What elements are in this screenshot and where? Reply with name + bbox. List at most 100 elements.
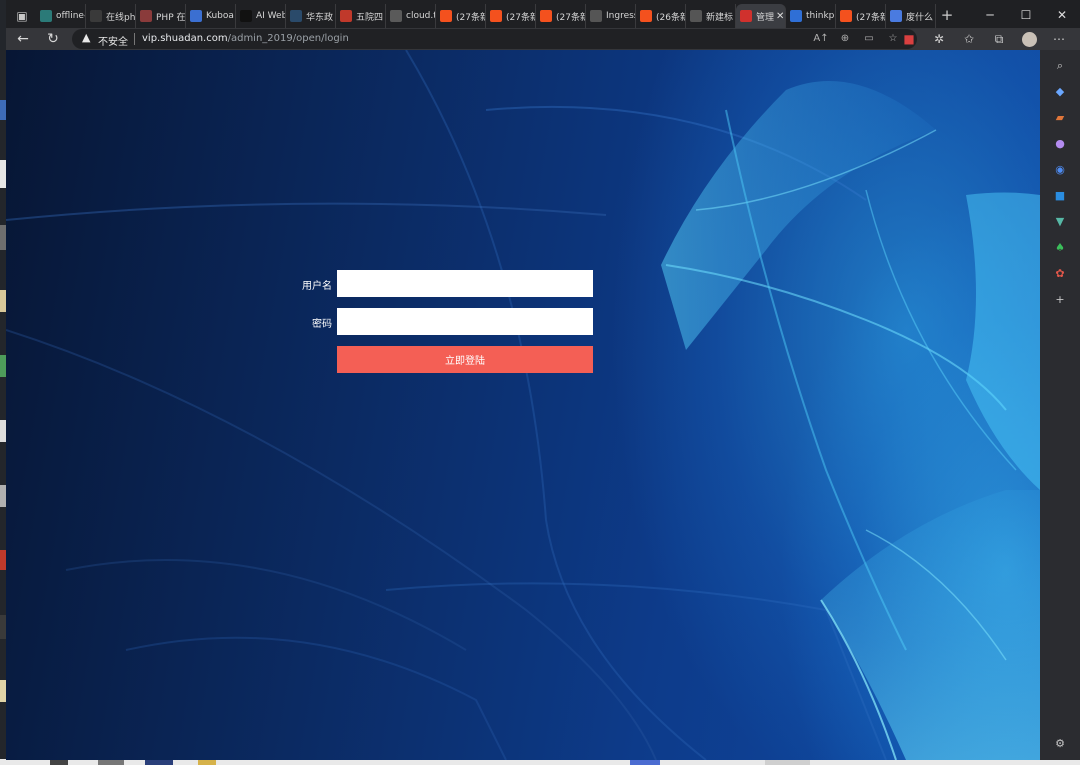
adblock-extension-icon[interactable]: ■ bbox=[894, 29, 924, 49]
username-input[interactable] bbox=[337, 270, 593, 297]
add-sidebar-icon[interactable]: + bbox=[1052, 292, 1068, 308]
browser-tab[interactable]: thinkp bbox=[786, 4, 836, 28]
address-bar-actions: A↑ ⊕ ▭ ☆ bbox=[809, 32, 905, 46]
background-artwork bbox=[6, 50, 1040, 760]
new-tab-icon[interactable]: + bbox=[936, 4, 958, 28]
login-form: 用户名 密码 立即登陆 bbox=[286, 270, 606, 373]
password-input[interactable] bbox=[337, 308, 593, 335]
browser-tab[interactable]: (27条新 bbox=[836, 4, 886, 28]
search-icon[interactable]: ⌕ bbox=[1052, 58, 1068, 74]
ingress-icon bbox=[590, 10, 602, 22]
copilot-icon[interactable]: ◉ bbox=[1052, 162, 1068, 178]
address-separator bbox=[134, 33, 135, 45]
eye-icon bbox=[340, 10, 352, 22]
newtab-icon bbox=[690, 10, 702, 22]
csdn-icon bbox=[840, 10, 852, 22]
extensions-icon[interactable]: ✲ bbox=[924, 29, 954, 49]
people-icon[interactable]: ● bbox=[1052, 136, 1068, 152]
tab-title: 新建标 bbox=[706, 12, 734, 23]
tab-list: offline- 在线ph PHP 在 Kuboa AI Web 华东政 五院四 cloud.… bbox=[36, 4, 958, 28]
outlook-icon[interactable]: ■ bbox=[1052, 188, 1068, 204]
browser-tab[interactable]: 五院四 bbox=[336, 4, 386, 28]
password-label: 密码 bbox=[312, 319, 332, 330]
close-tab-icon[interactable]: ✕ bbox=[776, 11, 784, 22]
window-controls: ─ ☐ ✕ bbox=[972, 0, 1080, 30]
tab-title: 在线ph bbox=[106, 12, 135, 23]
password-row: 密码 bbox=[286, 308, 606, 335]
more-menu-icon[interactable]: ⋯ bbox=[1044, 29, 1074, 49]
browser-tab[interactable]: (27条新 bbox=[436, 4, 486, 28]
search-icon bbox=[790, 10, 802, 22]
tab-title: 管理 bbox=[756, 12, 775, 23]
drop-icon[interactable]: ▼ bbox=[1052, 214, 1068, 230]
toolbar-extensions: ■ ✲ ✩ ⧉ ⋯ bbox=[894, 29, 1074, 49]
diamond-icon bbox=[890, 10, 902, 22]
close-window-icon[interactable]: ✕ bbox=[1044, 0, 1080, 30]
tab-title: Kuboa bbox=[206, 11, 234, 21]
browser-tab[interactable]: (27条新 bbox=[486, 4, 536, 28]
login-button[interactable]: 立即登陆 bbox=[337, 346, 593, 373]
edge-sidebar: ⌕ ◆ ▰ ● ◉ ■ ▼ ♠ ✿ + ⚙ bbox=[1040, 50, 1080, 760]
insecure-label: 不安全 bbox=[98, 37, 128, 48]
url-text: vip.shuadan.com/admin_2019/open/login bbox=[142, 33, 349, 44]
browser-tab[interactable]: offline- bbox=[36, 4, 86, 28]
browser-tab[interactable]: AI Web bbox=[236, 4, 286, 28]
browser-tab[interactable]: 在线ph bbox=[86, 4, 136, 28]
screen: ▣ offline- 在线ph PHP 在 Kuboa AI Web 华东政 五院四 clou… bbox=[0, 0, 1080, 765]
admin-icon bbox=[740, 10, 752, 22]
username-row: 用户名 bbox=[286, 270, 606, 297]
k-icon bbox=[190, 10, 202, 22]
browser-tab[interactable]: PHP 在 bbox=[136, 4, 186, 28]
tab-strip: ▣ offline- 在线ph PHP 在 Kuboa AI Web 华东政 五院四 clou… bbox=[6, 0, 1080, 30]
games-icon[interactable]: ✿ bbox=[1052, 266, 1068, 282]
tab-title: cloud.t bbox=[406, 11, 435, 21]
sidebar-settings-icon[interactable]: ⚙ bbox=[1052, 736, 1068, 752]
back-icon[interactable]: ← bbox=[12, 29, 34, 49]
username-label: 用户名 bbox=[302, 281, 332, 292]
browser-tab[interactable]: cloud.t bbox=[386, 4, 436, 28]
tools-icon[interactable]: ▰ bbox=[1052, 110, 1068, 126]
tab-title: AI Web bbox=[256, 11, 285, 21]
csdn-icon bbox=[640, 10, 652, 22]
tab-actions-icon[interactable]: ▣ bbox=[12, 6, 32, 26]
school-icon bbox=[290, 10, 302, 22]
browser-tab[interactable]: 废什么 bbox=[886, 4, 936, 28]
browser-toolbar: ← ↻ ▲ 不安全 vip.shuadan.com/admin_2019/ope… bbox=[6, 28, 1080, 50]
browser-tab[interactable]: 新建标 bbox=[686, 4, 736, 28]
tab-title: offline- bbox=[56, 11, 85, 21]
tab-title: (26条新 bbox=[656, 12, 685, 23]
read-aloud-icon[interactable]: A↑ bbox=[809, 32, 833, 46]
tab-title: (27条新 bbox=[856, 12, 885, 23]
tab-title: 五院四 bbox=[356, 12, 384, 23]
login-page: 用户名 密码 立即登陆 bbox=[6, 50, 1040, 760]
browser-tab[interactable]: (27条新 bbox=[536, 4, 586, 28]
profile-avatar[interactable] bbox=[1014, 29, 1044, 49]
tree-icon[interactable]: ♠ bbox=[1052, 240, 1068, 256]
browser-tab[interactable]: 华东政 bbox=[286, 4, 336, 28]
csdn-icon bbox=[540, 10, 552, 22]
shopping-tag-icon[interactable]: ◆ bbox=[1052, 84, 1068, 100]
maximize-icon[interactable]: ☐ bbox=[1008, 0, 1044, 30]
address-bar[interactable]: ▲ 不安全 vip.shuadan.com/admin_2019/open/lo… bbox=[72, 29, 917, 49]
warning-icon: ▲ bbox=[82, 31, 91, 44]
url-host: vip.shuadan.com bbox=[142, 33, 228, 44]
tab-title: (27条新 bbox=[506, 12, 535, 23]
page-icon bbox=[390, 10, 402, 22]
browser-tab[interactable]: Kuboa bbox=[186, 4, 236, 28]
minimize-icon[interactable]: ─ bbox=[972, 0, 1008, 30]
search-icon bbox=[90, 10, 102, 22]
tab-title: Ingress bbox=[606, 11, 635, 21]
tab-title: 废什么 bbox=[906, 12, 934, 23]
zoom-icon[interactable]: ⊕ bbox=[833, 32, 857, 46]
browser-tab[interactable]: 管理 ✕ bbox=[736, 4, 786, 28]
browser-tab[interactable]: (26条新 bbox=[636, 4, 686, 28]
doc-icon bbox=[40, 10, 52, 22]
ai-icon bbox=[240, 10, 252, 22]
collections-icon[interactable]: ⧉ bbox=[984, 29, 1014, 49]
favorites-icon[interactable]: ✩ bbox=[954, 29, 984, 49]
csdn-icon bbox=[440, 10, 452, 22]
refresh-icon[interactable]: ↻ bbox=[42, 29, 64, 49]
browser-tab[interactable]: Ingress bbox=[586, 4, 636, 28]
php-icon bbox=[140, 10, 152, 22]
reader-mode-icon[interactable]: ▭ bbox=[857, 32, 881, 46]
